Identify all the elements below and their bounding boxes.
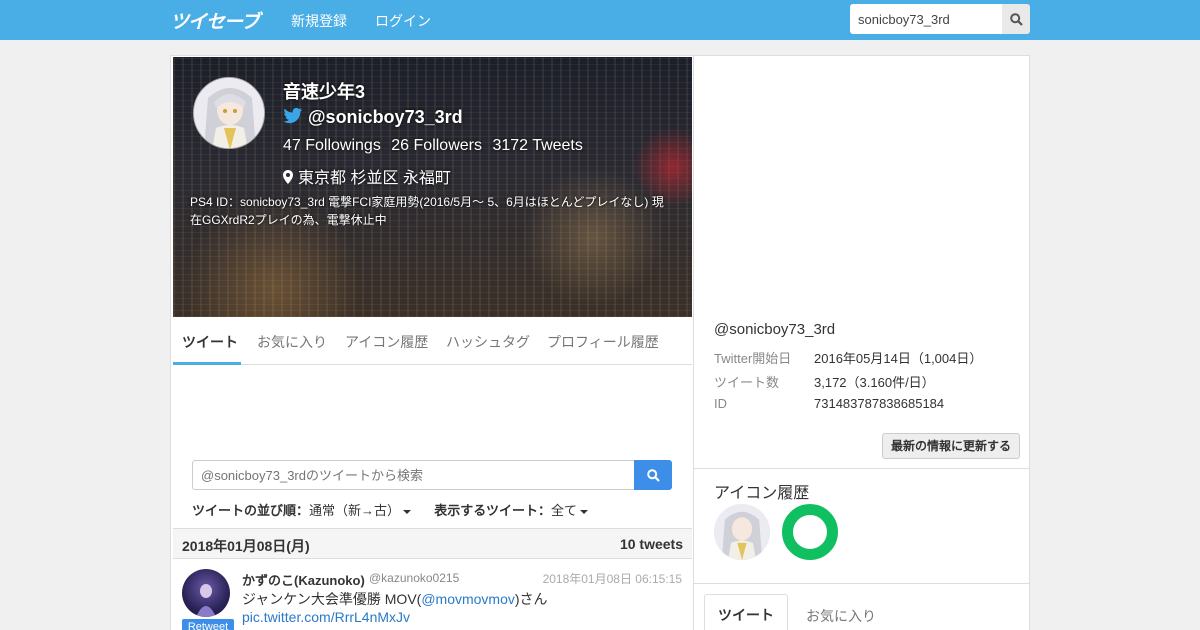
profile-location: 東京都 杉並区 永福町 <box>283 164 451 188</box>
tweet-search <box>192 460 672 490</box>
header-search-button[interactable] <box>1002 4 1030 34</box>
main-container: 音速少年3 @sonicboy73_3rd 47 Followings 26 F… <box>170 55 1030 630</box>
tweet-search-input[interactable] <box>192 460 635 490</box>
tweet-timestamp[interactable]: 2018年01月08日 06:15:15 <box>543 570 682 587</box>
sort-label: ツイートの並び順： <box>192 503 310 518</box>
location-text: 東京都 杉並区 永福町 <box>298 170 451 187</box>
info-key: ツイート数 <box>714 375 780 390</box>
profile-avatar[interactable] <box>193 77 265 149</box>
sort-options: ツイートの並び順：通常（新→古） 表示するツイート：全て <box>192 500 589 519</box>
header-search <box>850 4 1030 34</box>
tab-icon-history[interactable]: アイコン履歴 <box>345 332 428 352</box>
pic-link[interactable]: pic.twitter.com/RrrL4nMxJv <box>242 609 410 625</box>
profile-handle[interactable]: @sonicboy73_3rd <box>308 107 463 128</box>
map-marker-icon <box>283 170 293 184</box>
login-link[interactable]: ログイン <box>375 11 431 31</box>
search-icon <box>1009 12 1023 26</box>
icon-history-item[interactable] <box>782 504 838 560</box>
info-value: 731483787838685184 <box>814 396 945 411</box>
tweets-count[interactable]: 3172 Tweets <box>492 137 582 154</box>
divider <box>694 468 1030 469</box>
tweet-item: Retweet かずのこ(Kazunoko) @kazunoko0215 201… <box>173 559 692 630</box>
info-key: Twitter開始日 <box>714 351 792 366</box>
sidebar: @sonicboy73_3rd Twitter開始日 2016年05月14日（1,… <box>693 56 1030 630</box>
filter-dropdown[interactable]: 表示するツイート：全て <box>434 503 589 518</box>
active-tab-indicator <box>173 362 241 365</box>
signup-link[interactable]: 新規登録 <box>291 11 347 31</box>
header-search-input[interactable] <box>850 4 1002 34</box>
search-icon <box>646 468 660 482</box>
profile-tabs: ツイート お気に入り アイコン履歴 ハッシュタグ プロフィール履歴 <box>173 317 692 365</box>
filter-value: 全て <box>551 503 578 518</box>
sort-value: 通常（新→古） <box>309 503 401 518</box>
info-row-id: ID 731483787838685184 <box>714 396 944 411</box>
sidebar-tab-tweets[interactable]: ツイート <box>704 594 788 630</box>
caret-down-icon <box>580 509 589 514</box>
profile-bio: PS4 ID：sonicboy73_3rd 電撃FCI家庭用勢(2016/5月～… <box>190 195 664 227</box>
icon-history-item[interactable] <box>714 504 770 560</box>
info-row-tweet-count: ツイート数 3,172（3.160件/日） <box>714 372 935 391</box>
sidebar-handle: @sonicboy73_3rd <box>714 321 836 338</box>
tweet-author-name[interactable]: かずのこ(Kazunoko) <box>242 570 365 589</box>
tab-tweets[interactable]: ツイート <box>182 332 238 352</box>
divider <box>694 583 1030 584</box>
tab-favorites[interactable]: お気に入り <box>257 332 327 352</box>
mention-link[interactable]: @movmovmov <box>421 591 515 607</box>
profile-stats: 47 Followings 26 Followers 3172 Tweets <box>283 137 589 155</box>
info-value: 3,172（3.160件/日） <box>814 375 935 390</box>
tweet-text-part: ジャンケン大会準優勝 MOV( <box>242 591 422 607</box>
sort-dropdown[interactable]: ツイートの並び順：通常（新→古） <box>192 503 412 518</box>
filter-label: 表示するツイート： <box>434 503 552 518</box>
profile-name: 音速少年3 <box>283 82 366 102</box>
tweet-avatar[interactable] <box>182 569 230 617</box>
info-row-start-date: Twitter開始日 2016年05月14日（1,004日） <box>714 348 982 367</box>
profile-header: 音速少年3 @sonicboy73_3rd 47 Followings 26 F… <box>173 57 692 317</box>
day-header: 2018年01月08日(月) 10 tweets <box>173 528 692 559</box>
followers-count[interactable]: 26 Followers <box>391 137 482 154</box>
tweet-username[interactable]: @kazunoko0215 <box>369 571 459 585</box>
sidebar-tab-favorites[interactable]: お気に入り <box>806 606 876 626</box>
navbar: ツイセーブ 新規登録 ログイン <box>0 0 1200 40</box>
tweet-search-button[interactable] <box>634 460 672 490</box>
followings-count[interactable]: 47 Followings <box>283 137 381 154</box>
day-date[interactable]: 2018年01月08日(月) <box>182 536 310 556</box>
tweet-text-part: )さん <box>514 591 548 607</box>
caret-down-icon <box>403 509 412 514</box>
tweet-text: ジャンケン大会準優勝 MOV(@movmovmov)さん pic.twitter… <box>242 590 682 626</box>
retweet-badge: Retweet <box>182 619 234 630</box>
site-logo[interactable]: ツイセーブ <box>170 7 260 34</box>
icon-history-title: アイコン履歴 <box>714 485 810 502</box>
update-info-button[interactable]: 最新の情報に更新する <box>882 433 1020 459</box>
twitter-bird-icon <box>283 107 303 124</box>
sidebar-tabs: ツイート お気に入り <box>694 594 1030 630</box>
info-value: 2016年05月14日（1,004日） <box>814 351 983 366</box>
tab-profile-history[interactable]: プロフィール履歴 <box>547 332 659 352</box>
info-key: ID <box>714 396 727 411</box>
day-tweet-count: 10 tweets <box>619 536 683 552</box>
tab-hashtags[interactable]: ハッシュタグ <box>446 332 530 352</box>
